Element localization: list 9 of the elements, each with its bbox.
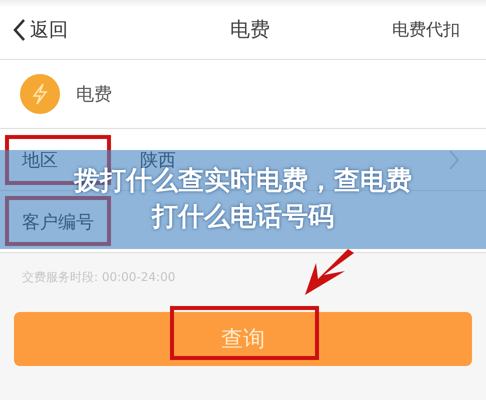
page-title: 电费 bbox=[230, 16, 270, 43]
service-name: 电费 bbox=[76, 83, 112, 106]
back-link[interactable]: 返回 bbox=[12, 16, 68, 42]
field-label: 客户编号 bbox=[22, 210, 95, 234]
auto-debit-link[interactable]: 电费代扣 bbox=[392, 18, 460, 41]
banner-title: 打什么电话号码 bbox=[152, 202, 334, 233]
field-label: 地区 bbox=[22, 148, 59, 172]
lightning-icon bbox=[20, 74, 60, 114]
chevron-left-icon bbox=[12, 18, 26, 42]
